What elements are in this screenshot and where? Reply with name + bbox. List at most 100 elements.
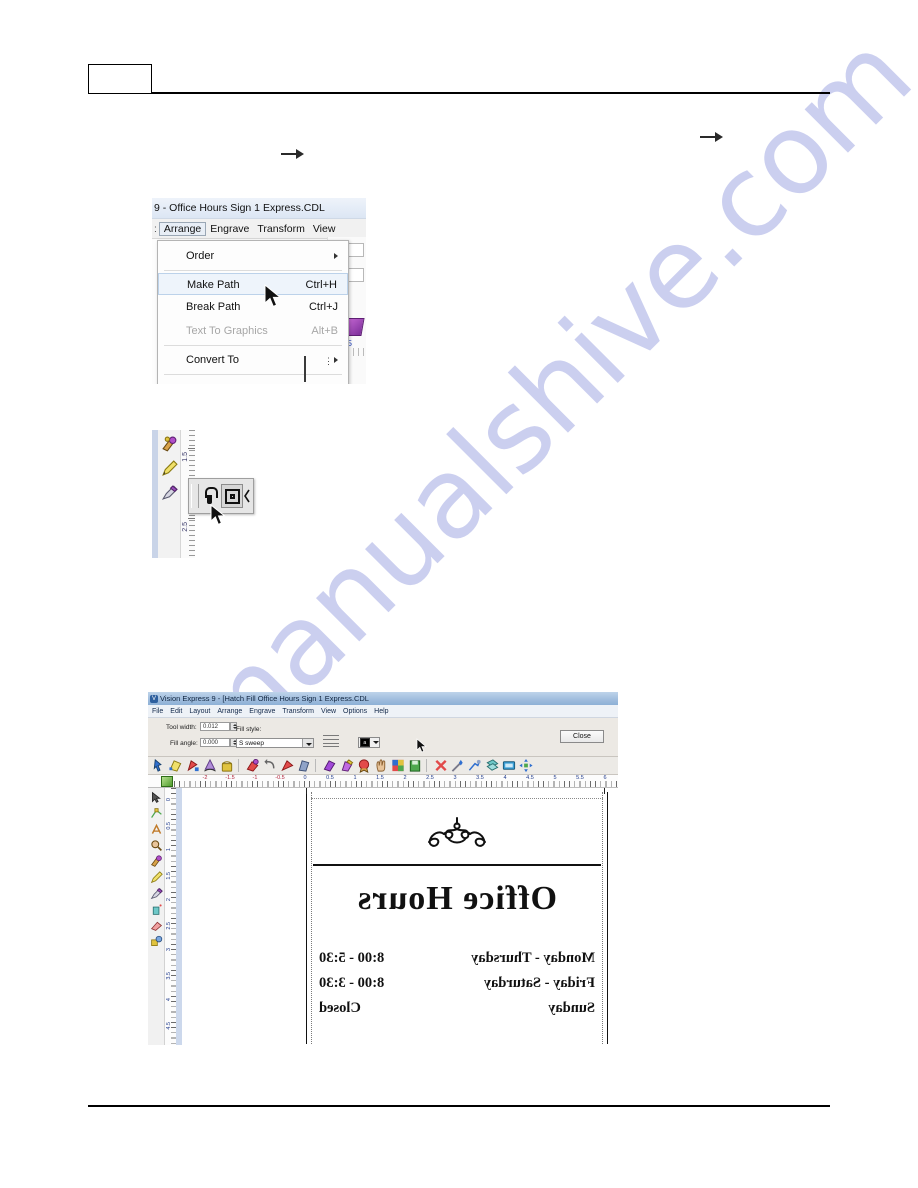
contour-icon[interactable]: [339, 758, 355, 773]
menu-item-view[interactable]: View: [309, 222, 340, 236]
badge-icon[interactable]: [356, 758, 372, 773]
menu-item-transform[interactable]: Transform: [253, 222, 308, 236]
ruler-label-5: 5: [553, 775, 557, 781]
menu-item-engrave[interactable]: Engrave: [206, 222, 253, 236]
chevron-right-icon: [334, 357, 338, 363]
page-footer-rule: [88, 1105, 830, 1107]
brush-icon[interactable]: [150, 887, 163, 900]
node-icon[interactable]: [150, 807, 163, 820]
router-bit-button[interactable]: [199, 484, 221, 508]
dropdown-item-label: Convert To: [186, 354, 239, 366]
app-title-text: Vision Express 9 - [Hatch Fill Office Ho…: [160, 694, 369, 703]
menu-item-arrange[interactable]: Arrange: [158, 221, 207, 236]
dropdown-separator: [164, 374, 342, 375]
wand-icon[interactable]: [450, 758, 466, 773]
dropdown-item-order[interactable]: Order: [158, 244, 348, 268]
select-icon[interactable]: [151, 758, 167, 773]
brush-tool-icon[interactable]: [161, 484, 178, 501]
delete-icon[interactable]: [433, 758, 449, 773]
ruler-ticks: [174, 781, 618, 787]
pencil-tool-icon[interactable]: [161, 460, 178, 477]
toolbar-separator: [315, 759, 320, 772]
text-icon[interactable]: [150, 823, 163, 836]
app-menu-view[interactable]: View: [321, 708, 336, 715]
eraser-icon[interactable]: [150, 919, 163, 932]
ruler-label--0.5: -0.5: [275, 775, 285, 781]
sign-hours-value: 8:00 - 3:30: [319, 975, 385, 991]
app-menu-layout[interactable]: Layout: [189, 708, 210, 715]
bird-icon[interactable]: [467, 758, 483, 773]
rotate-icon[interactable]: [202, 758, 218, 773]
shape-icon[interactable]: [185, 758, 201, 773]
chevron-down-icon[interactable]: [373, 741, 379, 744]
ruler-label-2: 2: [403, 775, 407, 781]
flourish-ornament[interactable]: [412, 814, 502, 852]
tool-column: [158, 430, 181, 558]
palette-tool-icon[interactable]: [161, 436, 178, 453]
sign-hours-row[interactable]: Friday - Saturday 8:00 - 3:30: [317, 975, 597, 992]
sweep-preview-icon: [323, 734, 341, 748]
main-toolbar: [148, 757, 618, 775]
popup-edge: [244, 487, 250, 505]
design-sheet[interactable]: Office Hours Monday - Thursday 8:00 - 5:…: [306, 792, 608, 1044]
vruler-label-1: 1: [166, 848, 172, 852]
weld-icon[interactable]: [322, 758, 338, 773]
export-icon[interactable]: [407, 758, 423, 773]
menu-screenshot-menubar: : Arrange Engrave Transform View: [152, 219, 366, 239]
palette-icon[interactable]: [245, 758, 261, 773]
hatch-fill-button[interactable]: [221, 484, 243, 508]
app-menu-file[interactable]: File: [152, 708, 163, 715]
dropdown-item-clipping[interactable]: Clipping: [158, 377, 348, 384]
tool-width-input[interactable]: 0.012: [200, 722, 230, 731]
app-menu-arrange[interactable]: Arrange: [217, 708, 242, 715]
chevron-down-icon[interactable]: [302, 739, 313, 747]
ruler-label-3.5: 3.5: [476, 775, 484, 781]
move-icon[interactable]: [518, 758, 534, 773]
sign-hours-row[interactable]: Monday - Thursday 8:00 - 5:30: [317, 950, 597, 967]
ruler-label--1.5: -1.5: [225, 775, 235, 781]
zoom-icon[interactable]: [150, 839, 163, 852]
sign-hours-row[interactable]: Sunday Closed: [317, 1000, 597, 1017]
dropdown-item-make-path[interactable]: Make Path Ctrl+H: [158, 273, 348, 295]
ruler-origin-button[interactable]: [161, 776, 173, 787]
toolbar-grip-handle[interactable]: [191, 484, 199, 508]
arrange-dropdown-menu: Order Make Path Ctrl+H Break Path Ctrl+J…: [157, 240, 349, 384]
magnet-icon[interactable]: [296, 758, 312, 773]
hand-icon[interactable]: [373, 758, 389, 773]
page-header-box: [88, 64, 152, 94]
app-menu-help[interactable]: Help: [374, 708, 388, 715]
sign-title[interactable]: Office Hours: [307, 880, 607, 918]
hatch-fill-toolbar: Tool width: 0.012 Fill angle: 0.000 Fill…: [148, 718, 618, 757]
redo-icon[interactable]: [279, 758, 295, 773]
vruler-label-0: 0: [166, 798, 172, 802]
fill-color-button[interactable]: a: [358, 737, 380, 748]
fill-style-select[interactable]: S sweep: [236, 738, 314, 748]
ruler-label--2: -2: [202, 775, 208, 781]
dropdown-item-convert-to[interactable]: Convert To: [158, 348, 348, 372]
app-menu-edit[interactable]: Edit: [170, 708, 182, 715]
ruler-tick: [188, 518, 195, 519]
color-mix-icon[interactable]: [390, 758, 406, 773]
router-bit-icon: [203, 487, 218, 505]
layers-icon[interactable]: [484, 758, 500, 773]
app-menu-engrave[interactable]: Engrave: [249, 708, 275, 715]
undo-icon[interactable]: [262, 758, 278, 773]
ruler-label-6: 6: [603, 775, 607, 781]
pointer-icon[interactable]: [150, 791, 163, 804]
close-button[interactable]: Close: [560, 730, 604, 743]
background-vertical-line: [304, 356, 306, 382]
hatch-fill-icon: [224, 488, 240, 504]
node-edit-icon[interactable]: [168, 758, 184, 773]
app-menu-transform[interactable]: Transform: [282, 708, 314, 715]
dropdown-item-break-path[interactable]: Break Path Ctrl+J: [158, 295, 348, 319]
spray-icon[interactable]: [150, 903, 163, 916]
fill-bucket-icon[interactable]: [219, 758, 235, 773]
gradient-icon[interactable]: [150, 855, 163, 868]
vruler-label-2.5: 2.5: [166, 922, 172, 930]
pencil-icon[interactable]: [150, 871, 163, 884]
screen-icon[interactable]: [501, 758, 517, 773]
fill-angle-input[interactable]: 0.000: [200, 738, 230, 747]
shapes-icon[interactable]: [150, 935, 163, 948]
ruler-label-2.5: 2.5: [426, 775, 434, 781]
app-menu-options[interactable]: Options: [343, 708, 367, 715]
